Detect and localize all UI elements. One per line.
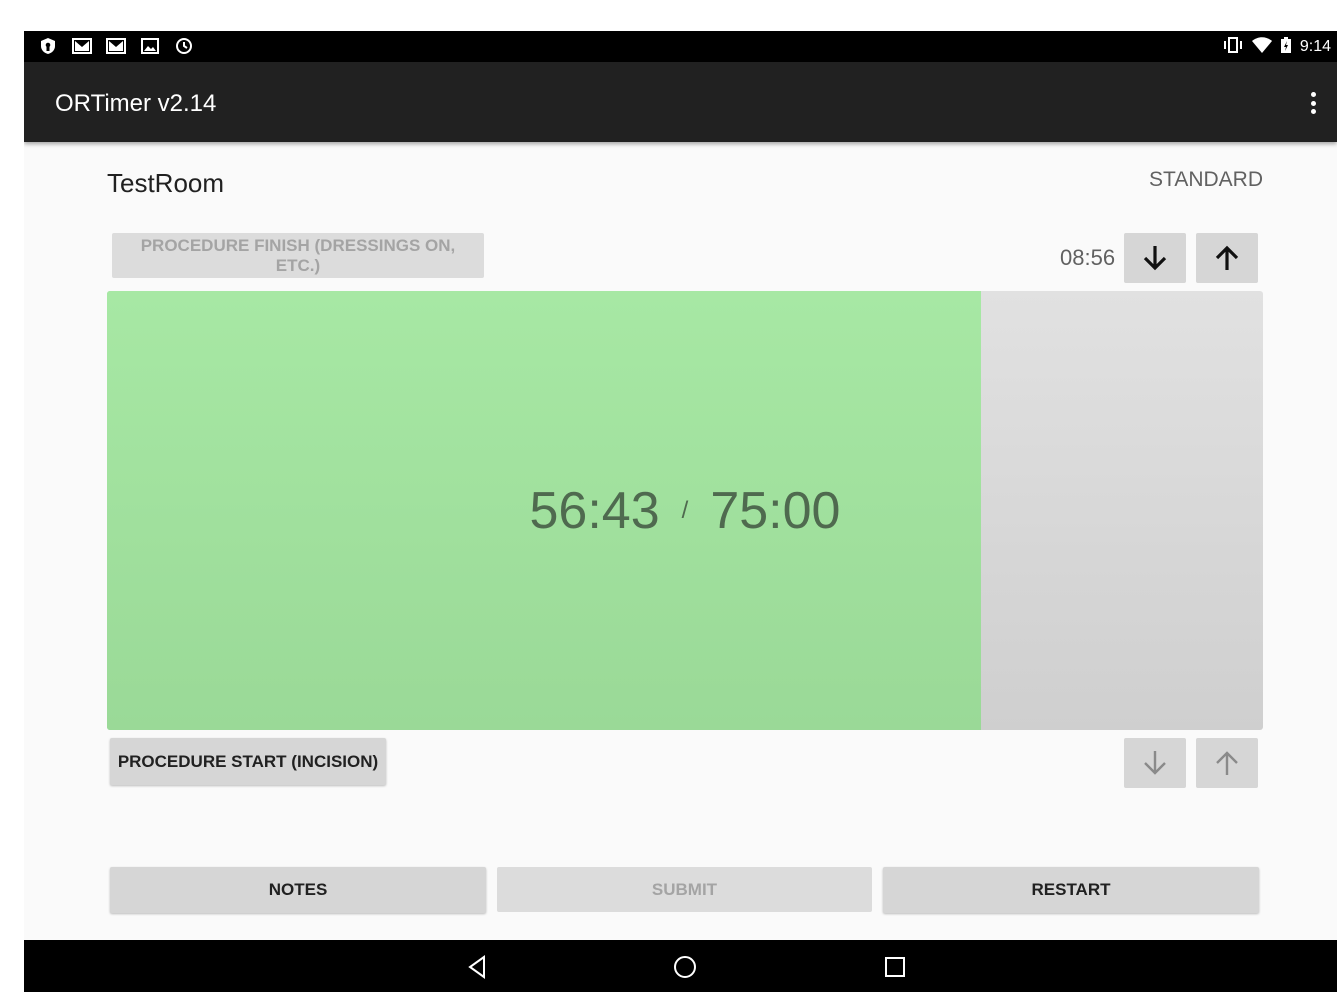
battery-charging-icon (1280, 36, 1292, 58)
app-title: ORTimer v2.14 (55, 90, 217, 117)
notes-button[interactable]: NOTES (110, 867, 486, 913)
timer-display: 56:43 / 75:00 (107, 291, 1263, 730)
arrow-up-icon (1215, 245, 1239, 270)
total-time: 75:00 (710, 481, 841, 540)
procedure-finish-button[interactable]: PROCEDURE FINISH (DRESSINGS ON, ETC.) (112, 233, 484, 278)
procedure-start-button[interactable]: PROCEDURE START (INCISION) (110, 738, 386, 785)
start-decrease-button[interactable] (1124, 738, 1186, 788)
status-bar: 9:14 (24, 31, 1337, 62)
finish-decrease-button[interactable] (1124, 233, 1186, 283)
arrow-down-icon (1144, 751, 1166, 775)
back-icon[interactable] (464, 954, 490, 980)
wifi-icon (1251, 37, 1272, 57)
sync-icon (174, 36, 194, 56)
app-toolbar: ORTimer v2.14 (24, 62, 1337, 142)
status-time: 9:14 (1299, 38, 1331, 55)
restart-button[interactable]: RESTART (883, 867, 1259, 913)
home-icon[interactable] (672, 954, 698, 980)
recents-icon[interactable] (882, 954, 908, 980)
gmail-icon (106, 36, 126, 56)
vibrate-icon (1222, 37, 1244, 57)
arrow-up-icon (1216, 751, 1238, 775)
start-increase-button[interactable] (1196, 738, 1258, 788)
finish-increase-button[interactable] (1196, 233, 1258, 283)
room-name: TestRoom (107, 168, 225, 198)
gmail-icon (72, 36, 92, 56)
shield-icon (38, 36, 58, 56)
finish-time: 08:56 (1060, 245, 1116, 270)
elapsed-time: 56:43 (529, 481, 660, 540)
timer-mode[interactable]: STANDARD (1149, 168, 1263, 192)
navigation-bar (24, 940, 1337, 992)
app-frame: 9:14 ORTimer v2.14 TestRoom STANDARD PRO… (24, 31, 1337, 992)
time-separator: / (681, 496, 689, 524)
arrow-down-icon (1143, 246, 1167, 271)
more-vert-icon[interactable] (1303, 90, 1323, 116)
timer-progress-bar: 56:43 / 75:00 (107, 291, 1263, 730)
submit-button[interactable]: SUBMIT (497, 867, 872, 912)
image-icon (140, 36, 160, 56)
